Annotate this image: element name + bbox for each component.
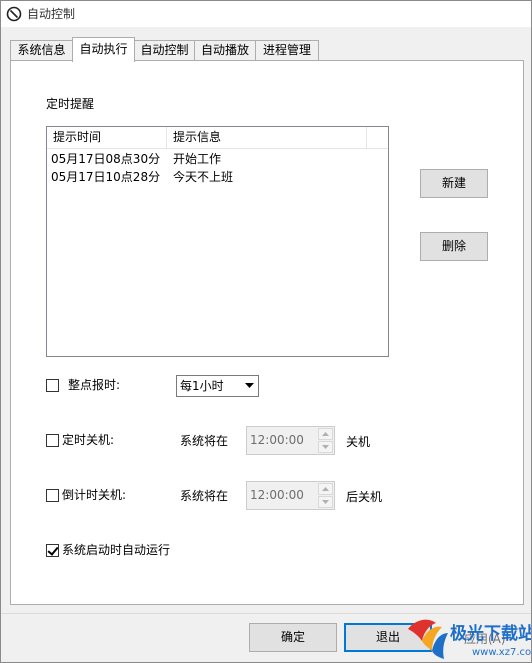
list-header: 提示时间 提示信息	[47, 127, 388, 149]
reminder-group-label: 定时提醒	[46, 97, 95, 111]
window-title: 自动控制	[27, 7, 76, 21]
countdown-shutdown-suffix: 后关机	[346, 490, 383, 504]
svg-text:www.xz7.com: www.xz7.com	[472, 647, 531, 658]
tab-auto-control[interactable]: 自动控制	[134, 40, 195, 61]
timed-shutdown-prefix: 系统将在	[180, 434, 229, 448]
countdown-shutdown-checkbox[interactable]	[46, 489, 59, 502]
countdown-shutdown-prefix: 系统将在	[180, 489, 229, 503]
chevron-down-icon[interactable]	[318, 441, 333, 453]
title-bar[interactable]: 自动控制	[1, 1, 531, 27]
timed-shutdown-suffix: 关机	[346, 435, 371, 449]
hourly-chime-checkbox[interactable]	[46, 379, 59, 392]
timed-shutdown-label: 定时关机:	[62, 433, 115, 447]
ok-button[interactable]: 确定	[249, 623, 337, 652]
delete-button[interactable]: 删除	[420, 232, 488, 261]
chime-interval-select[interactable]: 每1小时	[176, 375, 259, 397]
new-button[interactable]: 新建	[420, 169, 488, 198]
timed-shutdown-checkbox[interactable]	[46, 434, 59, 447]
countdown-shutdown-time-stepper[interactable]: 12:00:00	[246, 481, 335, 510]
chevron-down-icon[interactable]	[241, 376, 258, 396]
stepper-buttons	[318, 428, 333, 453]
countdown-shutdown-time: 12:00:00	[250, 488, 304, 502]
reminder-info: 今天不上班	[173, 170, 234, 184]
tab-auto-execute[interactable]: 自动执行	[72, 37, 135, 62]
chevron-up-icon[interactable]	[318, 483, 333, 495]
dialog-window: 自动控制 系统信息 自动执行 自动控制 自动播放 进程管理 定时提醒 提示时间 …	[0, 0, 532, 663]
reminder-time: 05月17日08点30分	[51, 152, 161, 166]
tab-process-manager[interactable]: 进程管理	[255, 40, 319, 61]
timed-shutdown-time: 12:00:00	[250, 433, 304, 447]
chevron-up-icon[interactable]	[318, 428, 333, 440]
watermark-logo: 极光下载站 www.xz7.com	[406, 609, 532, 663]
chime-interval-value: 每1小时	[180, 379, 224, 393]
reminder-time: 05月17日10点28分	[51, 170, 161, 184]
tab-system-info[interactable]: 系统信息	[10, 40, 73, 61]
power-clock-icon	[6, 6, 22, 22]
column-header-time[interactable]: 提示时间	[47, 127, 167, 149]
reminder-info: 开始工作	[173, 152, 222, 166]
autorun-label: 系统启动时自动运行	[62, 543, 171, 557]
chevron-down-icon[interactable]	[318, 496, 333, 508]
list-item[interactable]: 05月17日10点28分 今天不上班	[47, 168, 388, 186]
svg-text:极光下载站: 极光下载站	[450, 623, 531, 644]
column-header-info[interactable]: 提示信息	[167, 127, 367, 149]
list-item[interactable]: 05月17日08点30分 开始工作	[47, 150, 388, 168]
stepper-buttons	[318, 483, 333, 508]
autorun-checkbox[interactable]	[46, 544, 59, 557]
timed-shutdown-time-stepper[interactable]: 12:00:00	[246, 426, 335, 455]
hourly-chime-label: 整点报时:	[68, 378, 121, 392]
countdown-shutdown-label: 倒计时关机:	[62, 488, 127, 502]
tab-auto-play[interactable]: 自动播放	[194, 40, 256, 61]
reminder-list[interactable]: 提示时间 提示信息 05月17日08点30分 开始工作 05月17日10点28分…	[46, 126, 389, 357]
